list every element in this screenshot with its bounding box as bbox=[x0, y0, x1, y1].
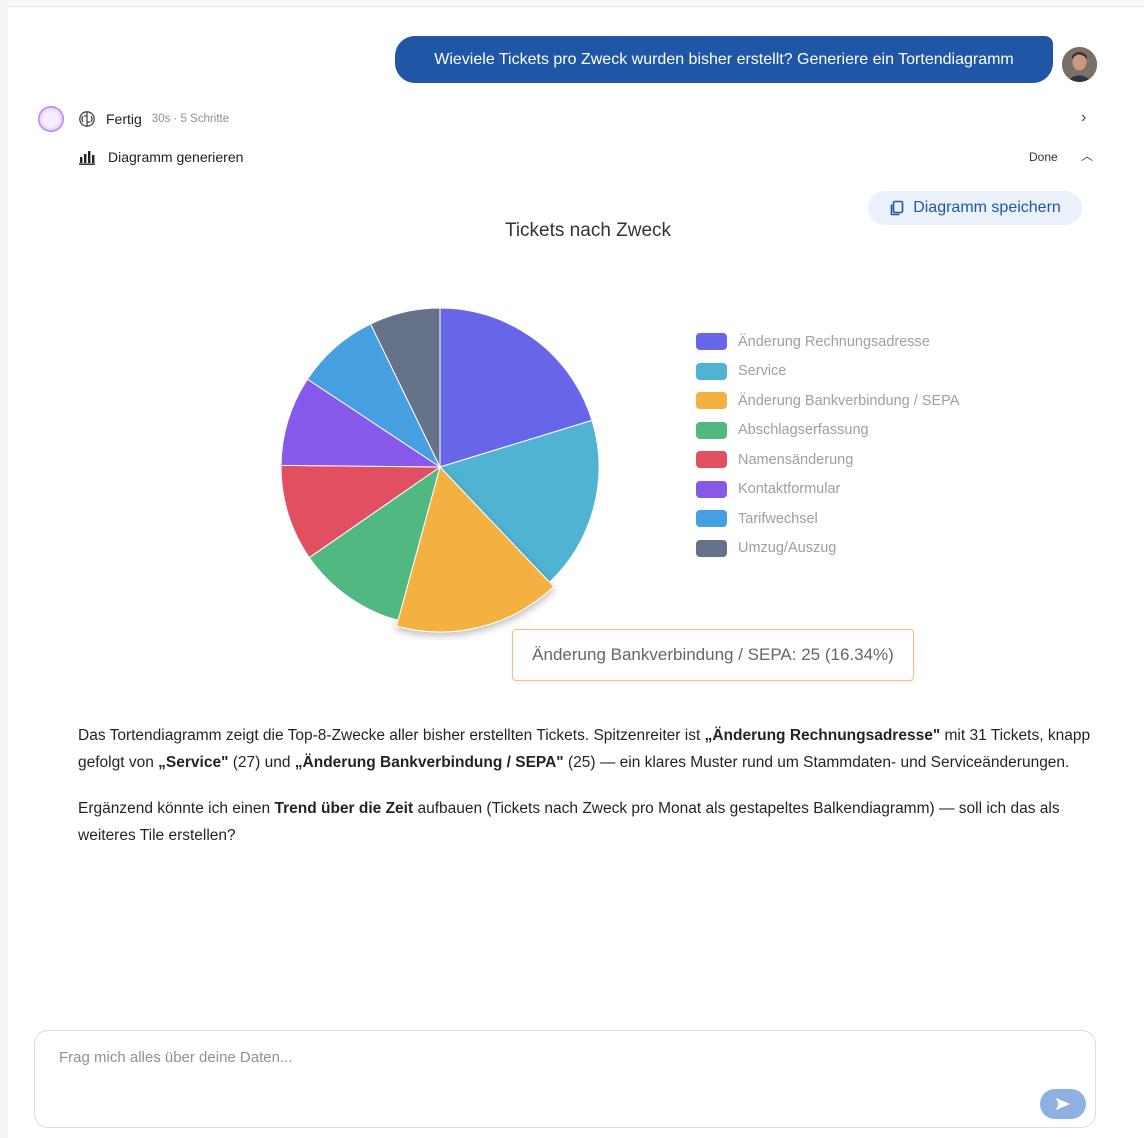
tool-step-label: Diagramm generieren bbox=[108, 149, 244, 165]
chevron-up-icon[interactable]: ︿ bbox=[1081, 147, 1093, 164]
answer-paragraph: Ergänzend könnte ich einen Trend über di… bbox=[78, 800, 1060, 844]
legend-swatch bbox=[696, 362, 727, 380]
assistant-answer: Das Tortendiagramm zeigt die Top-8-Zweck… bbox=[78, 722, 1096, 868]
save-chart-label: Diagramm speichern bbox=[913, 199, 1061, 216]
legend-item[interactable]: Umzug/Auszug bbox=[696, 534, 959, 564]
chat-composer bbox=[34, 1030, 1096, 1128]
chevron-right-icon[interactable]: › bbox=[1081, 109, 1086, 127]
chart-title: Tickets nach Zweck bbox=[504, 220, 672, 241]
legend-label: Änderung Rechnungsadresse bbox=[738, 333, 930, 350]
legend-swatch bbox=[696, 451, 727, 469]
legend-swatch bbox=[696, 510, 727, 528]
chart-legend: Änderung Rechnungsadresse Service Änderung… bbox=[696, 327, 959, 563]
answer-paragraph: Das Tortendiagramm zeigt die Top-8-Zweck… bbox=[78, 727, 1091, 771]
chart-tooltip: Änderung Bankverbindung / SEPA: 25 (16.3… bbox=[512, 629, 914, 681]
user-message: Wieviele Tickets pro Zweck wurden bisher… bbox=[395, 36, 1053, 83]
user-avatar bbox=[1062, 47, 1097, 82]
tool-step-state: Done bbox=[1029, 150, 1058, 164]
legend-label: Namensänderung bbox=[738, 451, 854, 468]
pie-chart bbox=[280, 307, 600, 633]
brain-icon bbox=[78, 110, 96, 128]
legend-item[interactable]: Änderung Rechnungsadresse bbox=[696, 327, 959, 357]
legend-swatch bbox=[696, 539, 727, 557]
save-chart-button[interactable]: Diagramm speichern bbox=[868, 191, 1082, 225]
legend-label: Service bbox=[738, 363, 787, 380]
legend-item[interactable]: Änderung Bankverbindung / SEPA bbox=[696, 386, 959, 416]
status-label: Fertig bbox=[106, 111, 142, 127]
top-bar bbox=[8, 0, 1144, 7]
left-rail bbox=[0, 0, 8, 1138]
status-meta: 30s · 5 Schritte bbox=[151, 113, 230, 125]
status-row[interactable]: Fertig 30s · 5 Schritte bbox=[78, 108, 229, 130]
legend-label: Abschlagserfassung bbox=[738, 422, 869, 439]
legend-item[interactable]: Service bbox=[696, 357, 959, 387]
bar-chart-icon bbox=[78, 149, 96, 165]
legend-item[interactable]: Kontaktformular bbox=[696, 475, 959, 505]
copy-icon bbox=[889, 200, 905, 216]
assistant-icon bbox=[38, 106, 64, 132]
legend-swatch bbox=[696, 392, 727, 410]
send-button[interactable] bbox=[1040, 1089, 1086, 1119]
legend-label: Umzug/Auszug bbox=[738, 540, 837, 557]
send-icon bbox=[1055, 1097, 1071, 1111]
legend-item[interactable]: Namensänderung bbox=[696, 445, 959, 475]
legend-swatch bbox=[696, 333, 727, 351]
chat-input[interactable] bbox=[59, 1049, 1019, 1089]
legend-label: Tarifwechsel bbox=[738, 510, 818, 527]
legend-label: Kontaktformular bbox=[738, 481, 841, 498]
tool-step-row[interactable]: Diagramm generieren bbox=[78, 146, 243, 168]
legend-item[interactable]: Tarifwechsel bbox=[696, 504, 959, 534]
legend-swatch bbox=[696, 480, 727, 498]
legend-item[interactable]: Abschlagserfassung bbox=[696, 416, 959, 446]
legend-swatch bbox=[696, 421, 727, 439]
legend-label: Änderung Bankverbindung / SEPA bbox=[738, 392, 960, 409]
